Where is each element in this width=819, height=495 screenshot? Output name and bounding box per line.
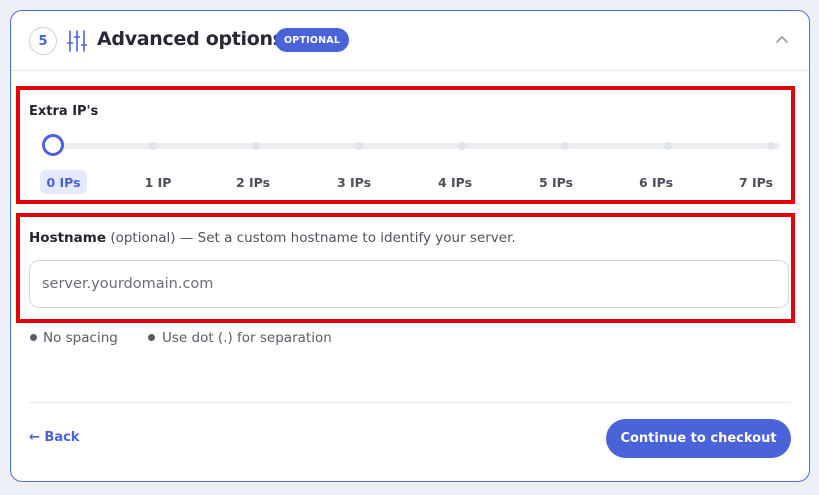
section-title: Advanced options [97, 28, 284, 50]
slider-tick [252, 142, 260, 150]
sliders-icon [67, 30, 87, 52]
section-header[interactable]: 5 Advanced options OPTIONAL [11, 11, 809, 71]
footer-divider [29, 402, 790, 403]
slider-tick [767, 142, 775, 150]
advanced-options-card [10, 10, 810, 482]
bullet-dot [148, 334, 155, 341]
ip-option-0[interactable]: 0 IPs [40, 170, 87, 194]
continue-to-checkout-button[interactable]: Continue to checkout [606, 419, 791, 458]
rule-dot-separation: Use dot (.) for separation [162, 330, 332, 346]
optional-badge: OPTIONAL [275, 28, 350, 52]
step-number-badge: 5 [29, 27, 57, 55]
hostname-input[interactable] [29, 260, 789, 308]
back-link[interactable]: ← Back [29, 430, 79, 445]
extra-ips-slider-thumb[interactable] [42, 134, 64, 156]
rule-no-spacing: No spacing [43, 330, 118, 346]
ip-option-5[interactable]: 5 IPs [534, 170, 578, 194]
ip-option-2[interactable]: 2 IPs [231, 170, 275, 194]
ip-option-4[interactable]: 4 IPs [433, 170, 477, 194]
hostname-label: Hostname [29, 230, 107, 246]
ip-option-7[interactable]: 7 IPs [734, 170, 778, 194]
slider-tick [149, 142, 157, 150]
slider-tick [664, 142, 672, 150]
slider-tick [355, 142, 363, 150]
hostname-help-text: — Set a custom hostname to identify your… [179, 230, 516, 246]
hostname-optional-text: (optional) [110, 230, 176, 246]
bullet-dot [30, 334, 37, 341]
ip-option-1[interactable]: 1 IP [138, 170, 178, 194]
slider-tick [561, 142, 569, 150]
ip-option-6[interactable]: 6 IPs [634, 170, 678, 194]
slider-tick [458, 142, 466, 150]
chevron-up-icon[interactable] [775, 33, 789, 47]
ip-option-3[interactable]: 3 IPs [332, 170, 376, 194]
hostname-label-line: Hostname (optional) — Set a custom hostn… [29, 230, 516, 246]
extra-ips-label: Extra IP's [29, 104, 99, 119]
